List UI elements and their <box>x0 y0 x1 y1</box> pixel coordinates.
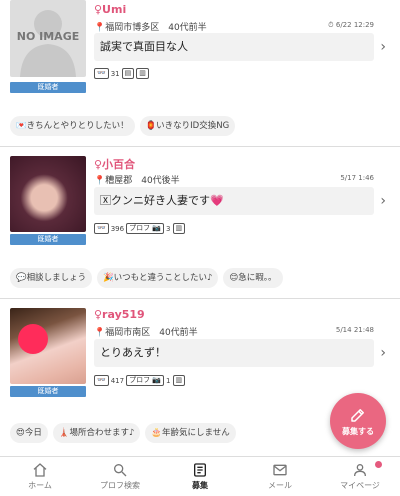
tag-chip[interactable]: 🎂年齢気にしません <box>145 423 236 443</box>
post-card[interactable]: NO IMAGE 既婚者 ♀Umi 📍福岡市博多区 40代前半 ⏱ 6/22 1… <box>0 0 400 100</box>
post-recruit-button[interactable]: 募集する <box>330 393 386 449</box>
chevron-right-icon[interactable]: › <box>380 345 386 361</box>
camera-icon: 📷 <box>152 376 162 384</box>
tab-label: 募集 <box>192 481 208 490</box>
bottom-nav: ホーム プロフ検索 募集 メール マイページ <box>0 456 400 496</box>
photo-count: 31 <box>110 69 120 78</box>
post-card[interactable]: 既婚者 ♀ray519 📍福岡市南区 40代前半 5/14 21:48 とりあえ… <box>0 302 400 402</box>
document-icon: ▤ <box>121 68 135 79</box>
tab-mypage[interactable]: マイページ <box>320 457 400 496</box>
trash-icon: ▥ <box>172 223 186 234</box>
tab-home[interactable]: ホーム <box>0 457 80 496</box>
user-name[interactable]: ♀小百合 <box>94 156 135 172</box>
clock-icon: ⏱ <box>328 21 334 29</box>
photo-count: 396 <box>110 224 125 233</box>
no-image-placeholder[interactable]: NO IMAGE <box>10 0 86 77</box>
tag-chip[interactable]: 💬相談しましょう <box>10 268 93 288</box>
chevron-right-icon[interactable]: › <box>380 193 386 209</box>
profile-count: 1 <box>166 376 171 385</box>
tab-mail[interactable]: メール <box>240 457 320 496</box>
profile-count: 3 <box>166 224 171 233</box>
tag-row: 💬相談しましょう 🎉いつもと違うことしたい♪ 😊急に暇。。 <box>10 268 283 288</box>
mail-icon <box>273 464 287 476</box>
list-icon <box>194 463 206 477</box>
search-icon <box>114 464 127 477</box>
tab-label: マイページ <box>340 481 380 490</box>
post-icons: 👓 417 プロフ 📷 1 ▥ <box>94 375 186 386</box>
tab-label: メール <box>268 481 292 490</box>
post-icons: 👓 31 ▤ ▥ <box>94 68 149 79</box>
divider <box>0 298 400 299</box>
tag-chip[interactable]: 😊急に暇。。 <box>223 268 283 288</box>
post-date: 5/14 21:48 <box>335 326 374 334</box>
heart-sticker <box>18 324 48 354</box>
user-name[interactable]: ♀Umi <box>94 3 126 16</box>
trash-icon: ▥ <box>136 68 149 79</box>
status-badge: 既婚者 <box>10 234 86 245</box>
tab-profile-search[interactable]: プロフ検索 <box>80 457 160 496</box>
location-age: 📍糟屋郡 40代後半 <box>94 176 180 186</box>
status-badge: 既婚者 <box>10 82 86 93</box>
trash-icon: ▥ <box>172 375 186 386</box>
location-pin-icon: 📍 <box>94 23 106 33</box>
profile-photo[interactable] <box>10 156 86 232</box>
location-age: 📍福岡市南区 40代前半 <box>94 328 198 338</box>
photo-views-icon: 👓 <box>94 223 109 234</box>
post-date: 5/17 1:46 <box>340 174 374 182</box>
location-pin-icon: 📍 <box>94 176 106 186</box>
tag-row: 💌きちんとやりとりしたい！ 🏮いきなりID交換NG <box>10 116 236 136</box>
location-pin-icon: 📍 <box>94 328 106 338</box>
tab-label: プロフ検索 <box>100 481 140 490</box>
post-message[interactable]: とりあえず！ <box>94 339 374 367</box>
tab-label: ホーム <box>28 481 52 490</box>
camera-icon: 📷 <box>152 224 162 232</box>
profile-photo-badge: プロフ 📷 <box>126 375 165 386</box>
status-badge: 既婚者 <box>10 386 86 397</box>
post-card[interactable]: 既婚者 ♀小百合 📍糟屋郡 40代後半 5/17 1:46 🅇クンニ好き人妻です… <box>0 150 400 250</box>
post-message[interactable]: 誠実で真面目な人 <box>94 33 374 61</box>
tag-chip[interactable]: 🏮いきなりID交換NG <box>139 116 236 136</box>
no-image-label: NO IMAGE <box>16 30 80 43</box>
notification-dot <box>375 461 382 468</box>
tag-chip[interactable]: 😍今日 <box>10 423 48 443</box>
tab-recruit[interactable]: 募集 <box>160 457 240 496</box>
user-name[interactable]: ♀ray519 <box>94 308 145 321</box>
photo-views-icon: 👓 <box>94 375 109 386</box>
location-age: 📍福岡市博多区 40代前半 <box>94 23 207 33</box>
chevron-right-icon[interactable]: › <box>380 39 386 55</box>
divider <box>0 146 400 147</box>
tag-chip[interactable]: 🗼場所合わせます♪ <box>52 423 141 443</box>
post-feed: NO IMAGE 既婚者 ♀Umi 📍福岡市博多区 40代前半 ⏱ 6/22 1… <box>0 0 400 456</box>
post-message[interactable]: 🅇クンニ好き人妻です💗 <box>94 187 374 215</box>
profile-photo-badge: プロフ 📷 <box>126 223 165 234</box>
fab-label: 募集する <box>342 426 374 436</box>
profile-photo[interactable] <box>10 308 86 384</box>
post-date: ⏱ 6/22 12:29 <box>328 21 374 29</box>
tag-chip[interactable]: 💌きちんとやりとりしたい！ <box>10 116 135 136</box>
pencil-icon <box>351 408 364 422</box>
photo-count: 417 <box>110 376 125 385</box>
photo-views-icon: 👓 <box>94 68 109 79</box>
tag-row: 😍今日 🗼場所合わせます♪ 🎂年齢気にしません <box>10 423 236 443</box>
post-icons: 👓 396 プロフ 📷 3 ▥ <box>94 223 186 234</box>
tag-chip[interactable]: 🎉いつもと違うことしたい♪ <box>97 268 219 288</box>
user-icon <box>354 464 366 477</box>
home-icon <box>33 463 47 477</box>
